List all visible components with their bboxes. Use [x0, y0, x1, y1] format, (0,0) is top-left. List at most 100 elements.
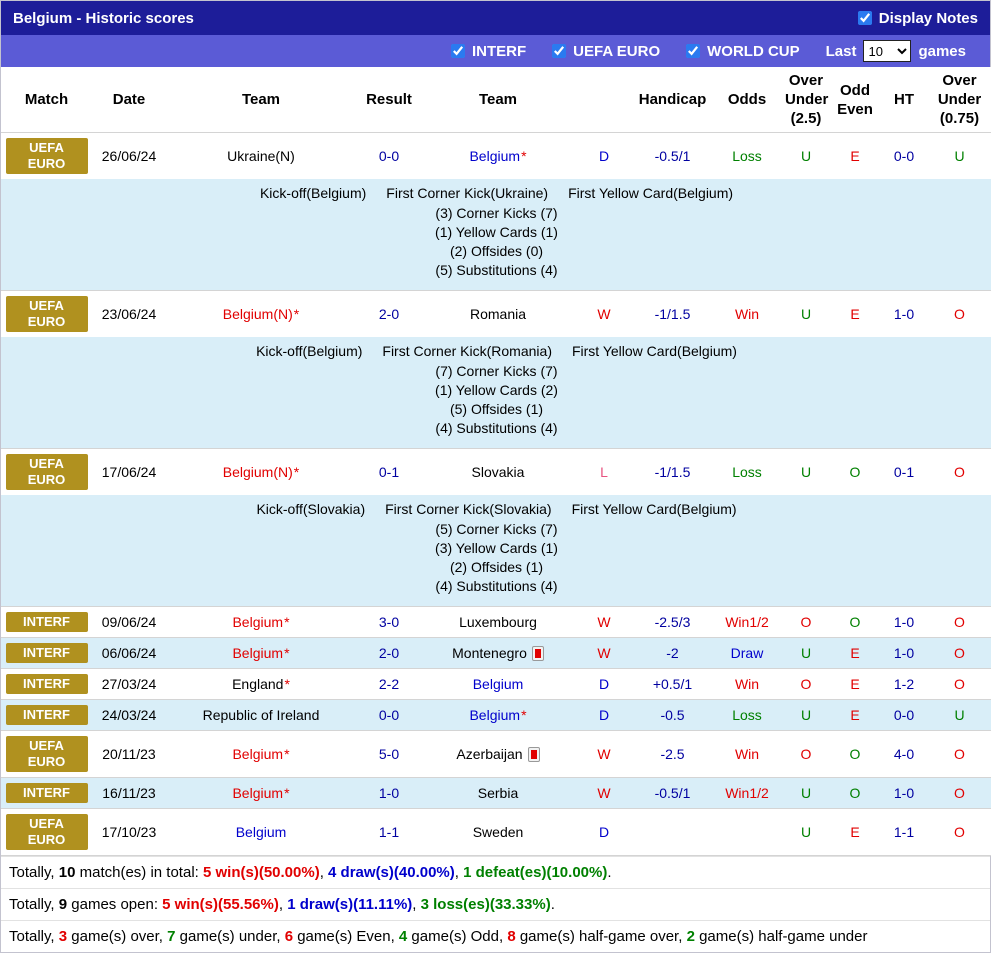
handicap-value: -2.5	[634, 731, 711, 778]
filter-world-cup[interactable]: WORLD CUP	[686, 43, 800, 60]
full-time-score: 0-0	[356, 700, 422, 731]
over-under-25-value: O	[783, 607, 829, 638]
summary-segment: 6	[285, 928, 293, 945]
detail-stat-line: (1) Yellow Cards (1)	[1, 223, 991, 242]
competition-badge: UEFA EURO	[6, 138, 88, 174]
match-detail-row: Kick-off(Belgium)First Corner Kick(Ukrai…	[1, 179, 991, 291]
match-date: 24/03/24	[92, 700, 166, 731]
detail-stat-line: (4) Substitutions (4)	[1, 577, 991, 596]
over-under-25-value: U	[783, 133, 829, 180]
half-time-score: 1-1	[881, 809, 927, 856]
advantage-star: *	[294, 306, 299, 322]
full-time-score: 2-2	[356, 669, 422, 700]
away-team-cell: Luxembourg	[422, 607, 574, 638]
competition-cell: INTERF	[1, 607, 92, 638]
handicap-outcome: Win1/2	[711, 607, 783, 638]
filter-interf[interactable]: INTERF	[451, 43, 526, 60]
detail-stat-line: (1) Yellow Cards (2)	[1, 381, 991, 400]
handicap-outcome: Win	[711, 669, 783, 700]
summary-segment: 4	[399, 928, 407, 945]
summary-segment: 5 win(s)(55.56%)	[162, 896, 279, 913]
competition-badge: INTERF	[6, 643, 88, 663]
competition-badge: INTERF	[6, 783, 88, 803]
summary-segment: 2	[687, 928, 695, 945]
page-title: Belgium - Historic scores	[13, 10, 194, 27]
half-time-score: 1-2	[881, 669, 927, 700]
away-team-name: Luxembourg	[459, 614, 537, 630]
summary-segment: Totally,	[9, 928, 59, 945]
col-header-odds: Odds	[711, 67, 783, 133]
handicap-value	[634, 809, 711, 856]
display-notes-toggle[interactable]: Display Notes	[858, 10, 978, 27]
detail-headline: Kick-off(Slovakia)First Corner Kick(Slov…	[1, 498, 991, 520]
competition-badge: UEFA EURO	[6, 814, 88, 850]
half-time-score: 1-0	[881, 638, 927, 669]
summary-segment: 5 win(s)(50.00%)	[203, 864, 320, 881]
detail-headline-item: First Corner Kick(Ukraine)	[386, 184, 548, 203]
away-team-cell: Belgium*	[422, 700, 574, 731]
filter-uefa-euro[interactable]: UEFA EURO	[552, 43, 660, 60]
match-row: UEFA EURO17/10/23Belgium1-1SwedenDUE1-1O	[1, 809, 991, 856]
filter-checkbox[interactable]	[451, 44, 465, 58]
summary-segment: ,	[455, 864, 463, 881]
home-team-name: Belgium	[232, 645, 283, 661]
match-date: 17/10/23	[92, 809, 166, 856]
over-under-25-value: U	[783, 638, 829, 669]
match-row: INTERF06/06/24Belgium*2-0MontenegroW-2Dr…	[1, 638, 991, 669]
over-under-075-value: U	[927, 700, 991, 731]
competition-badge: INTERF	[6, 674, 88, 694]
summary-segment: game(s) half-game under	[695, 928, 868, 945]
result-letter: W	[574, 731, 634, 778]
matches-tbody: UEFA EURO26/06/24Ukraine(N)0-0Belgium*D-…	[1, 133, 991, 856]
advantage-star: *	[521, 148, 526, 164]
detail-headline-item: Kick-off(Belgium)	[256, 342, 362, 361]
over-under-25-value: U	[783, 291, 829, 338]
col-header-team-home: Team	[166, 67, 356, 133]
result-letter: D	[574, 133, 634, 180]
handicap-outcome: Loss	[711, 133, 783, 180]
summary-segment: games open:	[67, 896, 162, 913]
over-under-075-value: O	[927, 449, 991, 496]
detail-headline-item: First Yellow Card(Belgium)	[568, 184, 733, 203]
home-team-cell: Ukraine(N)	[166, 133, 356, 180]
match-row: UEFA EURO23/06/24Belgium(N)*2-0RomaniaW-…	[1, 291, 991, 338]
advantage-star: *	[284, 676, 289, 692]
match-date: 16/11/23	[92, 778, 166, 809]
filter-checkbox[interactable]	[686, 44, 700, 58]
detail-stat-line: (5) Offsides (1)	[1, 400, 991, 419]
home-team-name: Ukraine(N)	[227, 148, 295, 164]
home-team-cell: Belgium(N)*	[166, 291, 356, 338]
display-notes-checkbox[interactable]	[858, 11, 872, 25]
handicap-value: -1/1.5	[634, 291, 711, 338]
away-team-cell: Belgium	[422, 669, 574, 700]
odd-even-value: E	[829, 809, 881, 856]
home-team-name: Belgium	[236, 824, 287, 840]
match-row: UEFA EURO26/06/24Ukraine(N)0-0Belgium*D-…	[1, 133, 991, 180]
competition-cell: INTERF	[1, 669, 92, 700]
away-team-name: Slovakia	[472, 464, 525, 480]
match-date: 09/06/24	[92, 607, 166, 638]
home-team-cell: Belgium(N)*	[166, 449, 356, 496]
summary-segment: game(s) Odd,	[407, 928, 507, 945]
history-table: Match Date Team Result Team Handicap Odd…	[1, 67, 991, 856]
summary-segment: game(s) half-game over,	[516, 928, 687, 945]
filter-checkbox[interactable]	[552, 44, 566, 58]
odd-even-value: E	[829, 700, 881, 731]
home-team-name: Belgium	[232, 746, 283, 762]
away-team-name: Belgium	[469, 707, 520, 723]
detail-stat-line: (5) Substitutions (4)	[1, 261, 991, 280]
half-time-score: 1-0	[881, 778, 927, 809]
col-header-match: Match	[1, 67, 92, 133]
detail-stat-line: (3) Corner Kicks (7)	[1, 204, 991, 223]
handicap-value: -1/1.5	[634, 449, 711, 496]
last-games-select[interactable]: 10	[863, 40, 911, 62]
summary-segment: .	[607, 864, 611, 881]
away-team-name: Belgium	[473, 676, 524, 692]
competition-cell: UEFA EURO	[1, 133, 92, 180]
detail-headline-item: First Yellow Card(Belgium)	[572, 500, 737, 519]
over-under-25-value: U	[783, 449, 829, 496]
col-header-over-under-075: Over Under (0.75)	[927, 67, 991, 133]
match-row: INTERF24/03/24Republic of Ireland0-0Belg…	[1, 700, 991, 731]
home-team-cell: England*	[166, 669, 356, 700]
match-detail-row: Kick-off(Belgium)First Corner Kick(Roman…	[1, 337, 991, 449]
